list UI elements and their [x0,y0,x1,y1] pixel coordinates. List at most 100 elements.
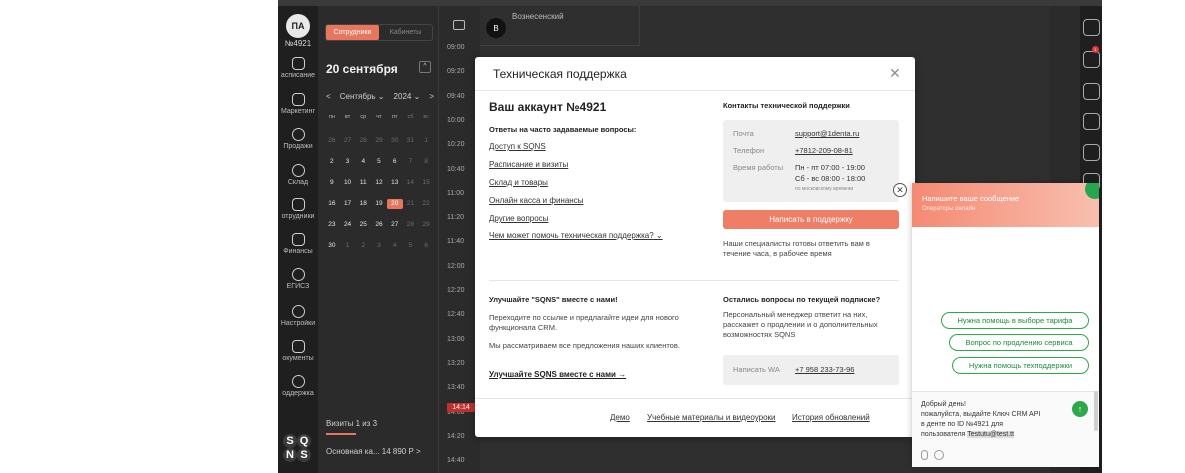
support-phone-link[interactable]: +7812-209-08-81 [795,146,853,155]
collapse-calendar-button[interactable]: ^ [419,61,431,73]
calendar-day[interactable]: 11 [355,178,371,188]
calendar-day[interactable]: 22 [418,199,434,209]
support-email-link[interactable]: support@1denta.ru [795,129,859,138]
nav-item-egisz[interactable]: ЕГИСЗ [278,268,318,290]
chip-techsupport[interactable]: Нужна помощь техподдержки [952,357,1089,374]
faq-link-warehouse[interactable]: Склад и товары [489,178,548,187]
whatsapp-phone-link[interactable]: +7 958 233-73-96 [795,365,854,374]
calendar-day[interactable]: 29 [418,220,434,230]
weekday-label: чт [376,114,382,120]
time-slot-label: 12:40 [447,311,465,319]
lock-icon[interactable] [1083,83,1100,100]
nav-item-settings[interactable]: Настройки [278,305,318,327]
next-month-button[interactable]: > [429,92,434,101]
calendar-day[interactable]: 2 [355,241,371,251]
current-time-marker: 14:14 [447,403,475,412]
calendar-day[interactable]: 10 [340,178,356,188]
calendar-day[interactable]: 27 [387,220,403,230]
send-icon[interactable]: ↑ [1072,401,1088,417]
calendar-day[interactable]: 30 [324,241,340,251]
tab-rooms[interactable]: Кабинеты [379,25,432,40]
calendar-day[interactable]: 29 [371,136,387,146]
clock-icon[interactable] [1083,113,1100,130]
calendar-day[interactable]: 5 [403,241,419,251]
chip-tariff[interactable]: Нужна помощь в выборе тарифа [941,312,1089,329]
calendar-day[interactable]: 7 [403,157,419,167]
calendar-day[interactable]: 31 [403,136,419,146]
calendar-day[interactable]: 3 [371,241,387,251]
calendar-day[interactable]: 23 [324,220,340,230]
chat-scrollbar[interactable] [1094,391,1098,431]
users-icon [291,198,305,211]
support-help-expander[interactable]: Чем может помочь техническая поддержка? … [489,231,663,240]
faq-link-schedule[interactable]: Расписание и визиты [489,160,568,169]
time-slot-label: 10:40 [447,165,465,173]
calendar-day[interactable]: 27 [340,136,356,146]
add-user-icon[interactable] [1083,19,1100,36]
box-icon [291,164,305,177]
month-dropdown[interactable]: Сентябрь ⌄ [340,92,385,101]
calendar-day[interactable]: 6 [418,241,434,251]
time-slot-label: 09:40 [447,92,465,100]
nav-item-documents[interactable]: окументы [278,340,318,362]
nav-item-staff[interactable]: отрудники [278,198,318,220]
calendar-day[interactable]: 26 [371,220,387,230]
calendar-day[interactable]: 14 [403,178,419,188]
footer-changelog-link[interactable]: История обновлений [792,413,870,422]
nav-item-finance[interactable]: Финансы [278,233,318,255]
calendar-day[interactable]: 3 [340,157,356,167]
calendar-day[interactable]: 28 [403,220,419,230]
time-slot-label: 13:00 [447,335,465,343]
calendar-day[interactable]: 13 [387,178,403,188]
faq-link-other[interactable]: Другие вопросы [489,214,548,223]
printer-icon[interactable] [453,20,465,30]
calendar-day[interactable]: 12 [371,178,387,188]
improve-link[interactable]: Улучшайте SQNS вместе с нами → [489,370,626,379]
bell-icon[interactable] [1083,51,1100,68]
faq-link-access[interactable]: Доступ к SQNS [489,142,546,151]
calendar-day[interactable]: 24 [340,220,356,230]
faq-link-finance[interactable]: Онлайн касса и финансы [489,196,583,205]
chat-widget: Напишите ваше сообщение Операторы онлайн… [912,183,1099,467]
nav-item-support[interactable]: оддержка [278,375,318,397]
calendar-day[interactable]: 1 [418,136,434,146]
chip-renewal[interactable]: Вопрос по продлению сервиса [949,334,1089,351]
calendar-day[interactable]: 6 [387,157,403,167]
calendar-day[interactable]: 19 [371,199,387,209]
clipboard-icon[interactable] [1083,144,1100,161]
nav-item-sales[interactable]: Продажи [278,128,318,150]
account-avatar[interactable]: ПА [286,14,310,38]
footer-tutorials-link[interactable]: Учебные материалы и видеоуроки [647,413,776,422]
calendar-day[interactable]: 1 [340,241,356,251]
calendar-day[interactable]: 4 [387,241,403,251]
sale-summary[interactable]: Основная ка... 14 890 Р > [326,447,421,456]
prev-month-button[interactable]: < [326,92,331,101]
calendar-day[interactable]: 2 [324,157,340,167]
calendar-day[interactable]: 15 [418,178,434,188]
calendar-day[interactable]: 18 [355,199,371,209]
calendar-day[interactable]: 20 [386,199,403,209]
calendar-day[interactable]: 30 [387,136,403,146]
calendar-day[interactable]: 21 [403,199,419,209]
calendar-day[interactable]: 17 [340,199,356,209]
chat-close-icon[interactable]: ✕ [893,183,907,197]
calendar-day[interactable]: 5 [371,157,387,167]
emoji-icon[interactable]: · [934,450,944,460]
calendar-day[interactable]: 25 [355,220,371,230]
footer-demo-link[interactable]: Демо [610,413,630,422]
attach-icon[interactable] [921,450,928,460]
tab-staff[interactable]: Сотрудники [326,25,379,40]
calendar-day[interactable]: 8 [418,157,434,167]
calendar-day[interactable]: 26 [324,136,340,146]
close-icon[interactable]: ✕ [889,65,901,82]
calendar-day[interactable]: 28 [355,136,371,146]
year-dropdown[interactable]: 2024 ⌄ [394,92,421,101]
write-support-button[interactable]: Написать в поддержку [723,210,899,229]
nav-item-schedule[interactable]: асписание [278,57,318,79]
calendar-day[interactable]: 9 [324,178,340,188]
calendar-day[interactable]: 16 [324,199,340,209]
calendar-day[interactable]: 4 [355,157,371,167]
nav-item-marketing[interactable]: Маркетинг [278,93,318,115]
nav-item-warehouse[interactable]: Склад [278,164,318,186]
chat-message-input[interactable]: Добрый день! пожалуйста, выдайте Ключ CR… [912,391,1099,467]
